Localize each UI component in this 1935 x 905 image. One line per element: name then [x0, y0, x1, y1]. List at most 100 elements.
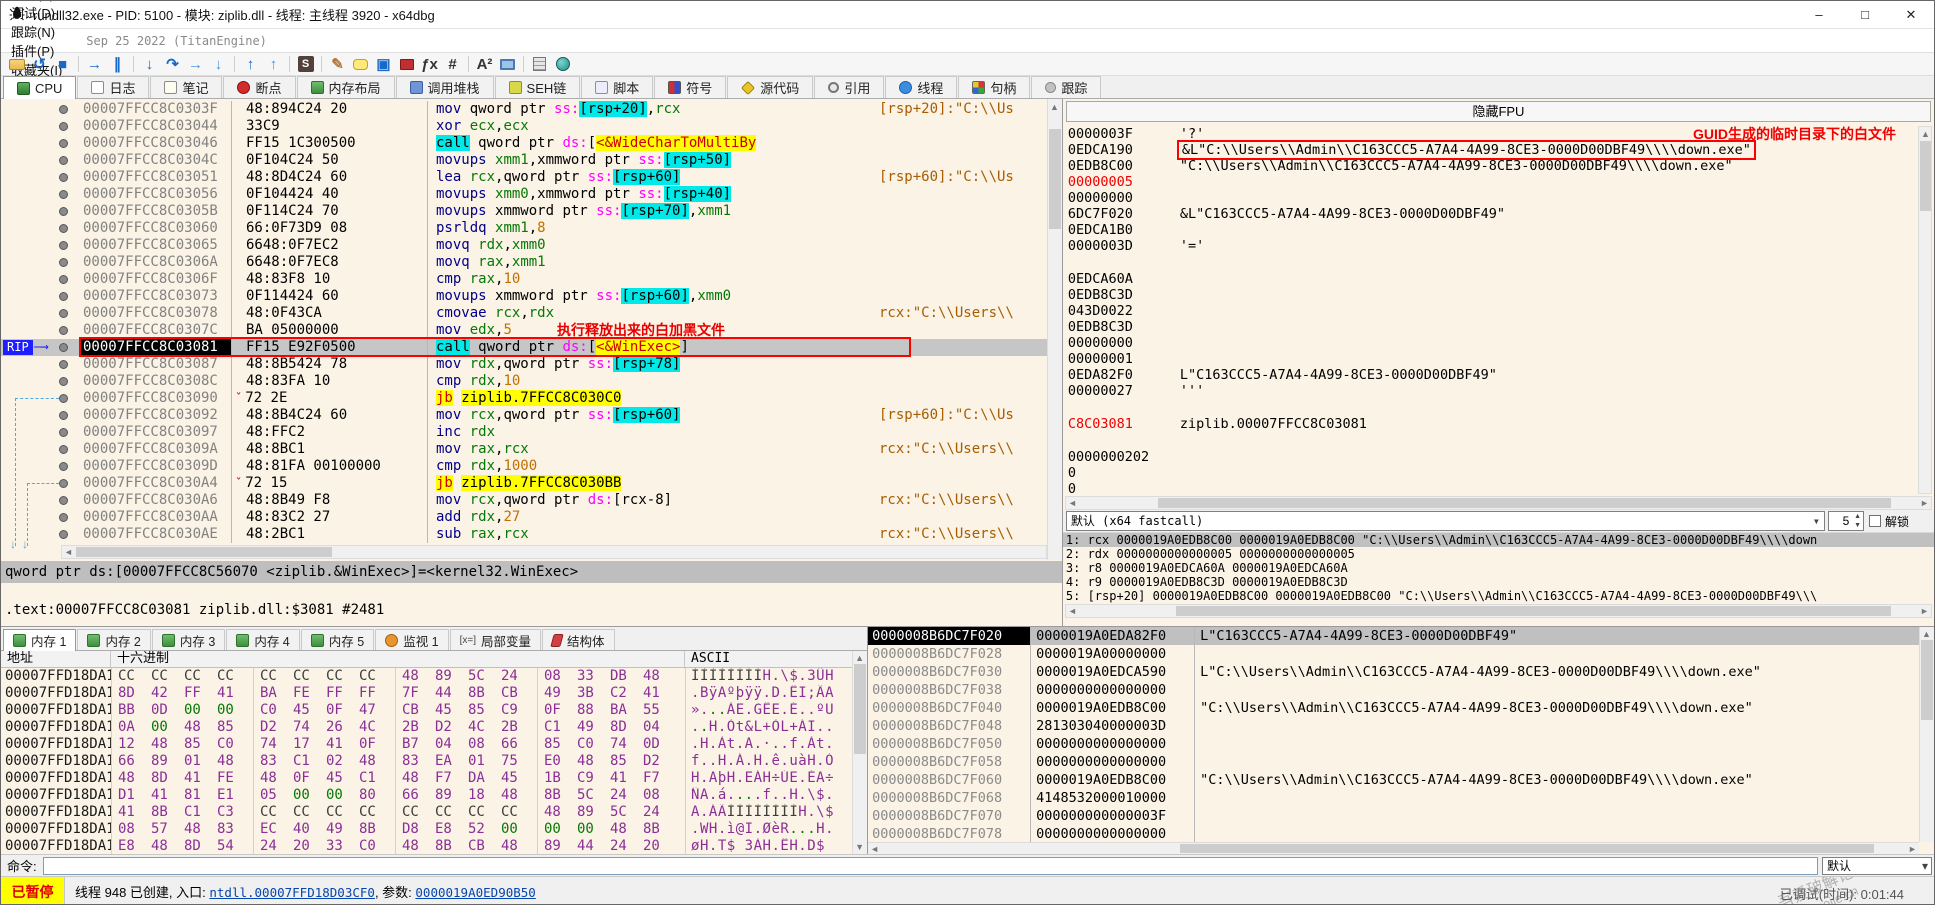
breakpoint-dot-icon[interactable] — [59, 156, 68, 165]
disasm-row[interactable]: 00007FFCC8C030AE 48:2BC1 sub rax,rcx rcx:"C… — [1, 526, 1047, 543]
tab-内存布局[interactable]: 内存布局 — [296, 76, 395, 98]
dump-row[interactable]: 00007FFD18DA1 CC CC CC CC CC CC CC CC 48 89 5C 24 08 3… — [1, 668, 867, 685]
dump-header-1[interactable]: 十六进制 — [111, 651, 685, 667]
dump-row[interactable]: 00007FFD18DA1 08 57 48 83 EC 40 49 8B D8 E8 52 00 00 0… — [1, 821, 867, 838]
menu-item-跟踪N[interactable]: 跟踪(N) — [1, 22, 72, 41]
dump-row[interactable]: 00007FFD18DA1 BB 0D 00 00 C0 45 0F 47 CB 45 85 C9 0F 8… — [1, 702, 867, 719]
disasm-row[interactable]: 00007FFCC8C03097 48:FFC2 inc rdx — [1, 424, 1047, 441]
stack-row[interactable]: 0000008B6DC7F050 0000000000000000 — [868, 735, 1919, 753]
dump-tab-内存 5[interactable]: 内存 5 — [300, 629, 375, 650]
registers-horizontal-scrollbar[interactable]: ◄ ► — [1064, 496, 1932, 510]
dump-tab-结构体[interactable]: 结构体 — [542, 629, 615, 650]
breakpoint-dot-icon[interactable] — [59, 343, 68, 352]
register-row[interactable]: 00000027 ''' — [1063, 383, 1934, 399]
register-row[interactable]: 00000005 — [1063, 174, 1934, 190]
font-icon[interactable]: A² — [474, 54, 495, 74]
donate-icon[interactable] — [552, 54, 573, 74]
argument-count-stepper[interactable]: 5 ▲ ▼ — [1828, 511, 1864, 531]
breakpoint-dot-icon[interactable] — [59, 394, 68, 403]
stack-row[interactable]: 0000008B6DC7F060 0000019A0EDB8C00 "C:\\Use… — [868, 771, 1919, 789]
register-row[interactable]: 043D0022 — [1063, 303, 1934, 319]
execute-till-return-icon[interactable]: ↓ — [208, 54, 229, 74]
disasm-row[interactable]: 00007FFCC8C03044 33C9 xor ecx,ecx — [1, 118, 1047, 135]
tab-引用[interactable]: 引用 — [814, 76, 885, 98]
tab-跟踪[interactable]: 跟踪 — [1031, 76, 1102, 98]
command-mode-select[interactable]: 默认 ▾ — [1822, 856, 1932, 875]
register-row[interactable]: 00000000 — [1063, 190, 1934, 206]
tab-日志[interactable]: 日志 — [77, 76, 150, 98]
command-input[interactable] — [42, 856, 1818, 875]
register-row[interactable]: 0EDCA60A — [1063, 271, 1934, 287]
disasm-row[interactable]: 00007FFCC8C03073 0F114424 60 movups xmmwor… — [1, 288, 1047, 305]
dump-row[interactable]: 00007FFD18DA1 8D 42 FF 41 BA FE FF FF 7F 44 8B CB 49 3… — [1, 685, 867, 702]
disasm-row[interactable]: 00007FFCC8C03078 48:0F43CA cmovae rcx,rdx r… — [1, 305, 1047, 322]
tab-脚本[interactable]: 脚本 — [581, 76, 654, 98]
run-to-user-code-icon[interactable]: ↑ — [263, 54, 284, 74]
stack-row[interactable]: 0000008B6DC7F038 0000000000000000 — [868, 681, 1919, 699]
stack-row[interactable]: 0000008B6DC7F040 0000019A0EDB8C00 "C:\\Use… — [868, 699, 1919, 717]
stack-row[interactable]: 0000008B6DC7F048 281303040000003D — [868, 717, 1919, 735]
calculator-icon[interactable] — [529, 54, 550, 74]
open-file-icon[interactable] — [6, 54, 27, 74]
dump-tab-内存 1[interactable]: 内存 1 — [3, 629, 77, 651]
argument-row[interactable]: 4: r9 0000019A0EDB8C3D 0000019A0EDB8C3D — [1063, 575, 1934, 589]
labels-icon[interactable]: ▣ — [373, 54, 394, 74]
disasm-row[interactable]: 00007FFCC8C030AA 48:83C2 27 add rdx,27 — [1, 509, 1047, 526]
breakpoint-dot-icon[interactable] — [59, 173, 68, 182]
tab-句柄[interactable]: 句柄 — [958, 76, 1031, 98]
register-row[interactable]: 0000000202 — [1063, 449, 1934, 465]
stack-vertical-scrollbar[interactable]: ▲ — [1919, 627, 1934, 842]
argument-row[interactable]: 5: [rsp+20] 0000019A0EDB8C00 0000019A0ED… — [1063, 589, 1934, 603]
restart-icon[interactable]: ↺ — [29, 54, 50, 74]
register-row[interactable]: 0EDB8C00 "C:\\Users\\Admin\\C163CCC5-A7A4… — [1063, 158, 1934, 174]
pause-icon[interactable]: ∥ — [107, 54, 128, 74]
hide-fpu-button[interactable]: 隐藏FPU — [1065, 101, 1931, 122]
step-into-icon[interactable]: ↓ — [139, 54, 160, 74]
expression-icon[interactable]: ƒx — [419, 54, 440, 74]
breakpoint-dot-icon[interactable] — [59, 309, 68, 318]
breakpoint-dot-icon[interactable] — [59, 105, 68, 114]
register-row[interactable]: 0EDCA190 &L"C:\\Users\\Admin\\C163CCC5-A7… — [1063, 140, 1934, 160]
disasm-row[interactable]: 00007FFCC8C03051 48:8D4C24 60 lea rcx,qwor… — [1, 169, 1047, 186]
disasm-row[interactable]: 00007FFCC8C03087 48:8B5424 78 mov rdx,qwor… — [1, 356, 1047, 373]
argument-row[interactable]: 1: rcx 0000019A0EDB8C00 0000019A0EDB8C00… — [1062, 533, 1934, 547]
breakpoint-dot-icon[interactable] — [59, 360, 68, 369]
registers-vertical-scrollbar[interactable]: ▲ — [1918, 126, 1932, 494]
disasm-row[interactable]: 00007FFCC8C0307C BA 05000000 mov edx,5 执行释放… — [1, 322, 1047, 339]
disasm-row[interactable]: 00007FFCC8C030A4 ˇ 72 15 jb ziplib.7FFCC8C0… — [1, 475, 1047, 492]
tab-调用堆栈[interactable]: 调用堆栈 — [395, 76, 494, 98]
register-row[interactable]: 00000000 — [1063, 335, 1934, 351]
disasm-row[interactable]: 00007FFCC8C03060 66:0F73D9 08 psrldq xmm1,… — [1, 220, 1047, 237]
breakpoint-dot-icon[interactable] — [59, 445, 68, 454]
tab-符号[interactable]: 符号 — [654, 76, 727, 98]
maximize-button[interactable]: □ — [1842, 1, 1888, 28]
close-debuggee-icon[interactable]: ■ — [52, 54, 73, 74]
register-row[interactable]: C8C03081 ziplib.00007FFCC8C03081 — [1063, 416, 1934, 432]
stack-row[interactable]: 0000008B6DC7F028 0000019A00000000 — [868, 645, 1919, 663]
disasm-row[interactable]: 00007FFCC8C0304C 0F104C24 50 movups xmm1,x… — [1, 152, 1047, 169]
comments-icon[interactable] — [350, 54, 371, 74]
register-row[interactable]: 0EDB8C3D — [1063, 319, 1934, 335]
dump-row[interactable]: 00007FFD18DA1 66 89 01 48 83 C1 02 48 83 EA 01 75 E0 4… — [1, 753, 867, 770]
dump-row[interactable]: 00007FFD18DA1 D1 41 81 E1 05 00 00 80 66 89 18 48 8B 5… — [1, 787, 867, 804]
disasm-row[interactable]: 00007FFCC8C03090 ˇ 72 2E jb ziplib.7FFCC8C0… — [1, 390, 1047, 407]
breakpoint-dot-icon[interactable] — [59, 326, 68, 335]
checkbox-icon[interactable] — [1869, 515, 1881, 527]
disasm-row[interactable]: 00007FFCC8C03092 48:8B4C24 60 mov rcx,qwor… — [1, 407, 1047, 424]
disasm-vertical-scrollbar[interactable]: ▲ — [1046, 99, 1062, 560]
breakpoint-dot-icon[interactable] — [59, 207, 68, 216]
breakpoint-dot-icon[interactable] — [59, 224, 68, 233]
tab-断点[interactable]: 断点 — [223, 76, 296, 98]
disasm-horizontal-scrollbar[interactable]: ◄ — [61, 545, 1047, 559]
patches-icon[interactable]: ✎ — [327, 54, 348, 74]
run-icon[interactable]: → — [84, 54, 105, 74]
minimize-button[interactable]: – — [1796, 1, 1842, 28]
stack-row[interactable]: 0000008B6DC7F030 0000019A0EDCA590 L"C:\\Us… — [868, 663, 1919, 681]
breakpoint-dot-icon[interactable] — [59, 479, 68, 488]
dump-vertical-scrollbar[interactable]: ▲ ▼ — [852, 651, 868, 854]
trace-record-icon[interactable]: S — [295, 54, 316, 74]
register-row[interactable]: 0000003D '=' — [1063, 238, 1934, 254]
disasm-row[interactable]: 00007FFCC8C03056 0F104424 40 movups xmm0,x… — [1, 186, 1047, 203]
stack-row[interactable]: 0000008B6DC7F020 0000019A0EDA82F0 L"C163CC… — [868, 627, 1919, 645]
breakpoint-dot-icon[interactable] — [59, 496, 68, 505]
